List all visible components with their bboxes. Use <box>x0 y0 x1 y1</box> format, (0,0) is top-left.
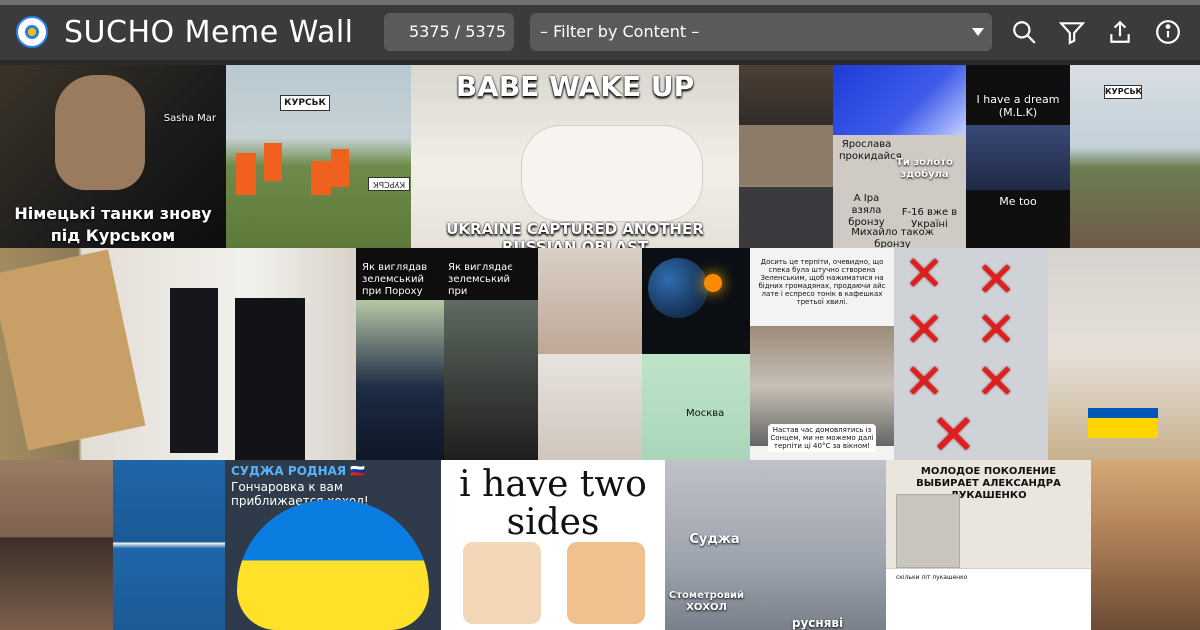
meme-text: Михайло також бронзу <box>851 227 934 248</box>
meme-tile-woman-reaction[interactable] <box>538 248 642 460</box>
meme-header: СУДЖА РОДНАЯ 🇷🇺 <box>231 464 366 478</box>
meme-tile-press-conference[interactable] <box>113 460 225 630</box>
red-x-icon: ✕ <box>904 354 945 410</box>
meme-tile-laugh[interactable] <box>1091 460 1200 630</box>
meme-tile-two-sides[interactable]: i have two sides <box>441 460 665 630</box>
meme-tile-zelensky-compare[interactable]: Як виглядав зелемський при Пороху Як виг… <box>356 248 538 460</box>
meme-tile-athletes[interactable]: Ярослава прокидайся Ти золото здобула А … <box>833 65 966 248</box>
content-filter-label: – Filter by Content – <box>540 22 700 41</box>
search-query: скільки літ лукашенко <box>896 574 968 581</box>
meme-text: Ти золото здобула <box>896 157 953 180</box>
meme-tile-babe-wake-up[interactable]: BABE WAKE UP UKRAINE CAPTURED ANOTHER RU… <box>411 65 739 248</box>
meme-counter: 5375 / 5375 <box>384 13 514 51</box>
red-x-icon: ✕ <box>976 302 1017 358</box>
road-sign-back: КУРСЬК <box>368 177 410 191</box>
photo-panel <box>356 300 444 460</box>
meme-text: Як виглядав зелемський при Пороху <box>362 262 428 297</box>
meme-title: i have two sides <box>459 464 647 543</box>
meme-tile-sudzha[interactable]: СУДЖА РОДНАЯ 🇷🇺 Гончаровка к вам приближ… <box>225 460 441 630</box>
meme-grid: Sasha Mar Німецькі танки знову під Курсь… <box>0 65 1200 630</box>
meme-tile-family-tree[interactable] <box>1048 248 1200 460</box>
meme-tile-kursk-sign[interactable]: КУРСЬК КУРСЬК <box>226 65 411 248</box>
meme-label: Стометровий ХОХОЛ <box>668 590 745 613</box>
meme-tile-kursk-crowd[interactable]: КУРСЬК <box>1070 65 1200 248</box>
meme-bottom-text: UKRAINE CAPTURED ANOTHER RUSSIAN OBLAST <box>446 220 704 248</box>
meme-text: Настав час домовлятись із Сонцем, ми не … <box>768 424 876 452</box>
meme-top-text: BABE WAKE UP <box>455 70 695 103</box>
info-icon[interactable] <box>1155 19 1181 45</box>
meme-text: I have a dream (M.L.K) <box>976 93 1060 119</box>
sucho-logo <box>16 16 48 48</box>
meme-tile-german-tanks[interactable]: Sasha Mar Німецькі танки знову під Курсь… <box>0 65 226 248</box>
ukraine-flag <box>1088 408 1158 438</box>
worker-shape <box>264 143 282 181</box>
road-sign: КУРСЬК <box>280 95 330 111</box>
meme-label: Суджа <box>689 532 740 547</box>
portrait-shape <box>55 75 145 190</box>
photo-panel <box>739 125 833 185</box>
filter-icon[interactable] <box>1059 19 1085 45</box>
photo-panel <box>896 494 960 568</box>
worker-shape <box>311 161 331 195</box>
red-x-icon: ✕ <box>904 248 945 302</box>
app-title: SUCHO Meme Wall <box>64 15 354 50</box>
photo-panel <box>739 187 833 248</box>
meme-caption: Німецькі танки знову під Курськом <box>14 204 212 245</box>
red-x-icon: ✕ <box>904 302 945 358</box>
map-label: Москва <box>686 408 725 419</box>
photo-panel <box>444 300 538 460</box>
face-shape <box>237 500 429 630</box>
worker-shape <box>331 149 349 187</box>
red-x-icon: ✕ <box>976 252 1017 308</box>
worker-shape <box>236 153 256 195</box>
photo-panel <box>538 248 642 354</box>
earth-shape <box>648 258 708 318</box>
app-header: SUCHO Meme Wall 5375 / 5375 – Filter by … <box>0 5 1200 60</box>
meteor-shape <box>704 274 722 292</box>
meme-text: Ярослава прокидайся <box>839 139 902 162</box>
person-shape <box>170 288 218 453</box>
photo-panel <box>538 354 642 460</box>
painting-frame <box>0 249 146 451</box>
meme-tile-smile[interactable] <box>0 460 113 630</box>
search-icon[interactable] <box>1011 19 1037 45</box>
red-x-icon: ✕ <box>976 354 1017 410</box>
meme-tile-putin-collage[interactable] <box>739 65 833 248</box>
meme-tile-meteor[interactable]: Москва <box>642 248 750 460</box>
cat-photo <box>463 542 541 624</box>
meme-tile-lukashenko[interactable]: МОЛОДОЕ ПОКОЛЕНИЕ ВЫБИРАЕТ АЛЕКСАНДРА ЛУ… <box>886 460 1091 630</box>
share-icon[interactable] <box>1107 19 1133 45</box>
chevron-down-icon <box>972 28 984 36</box>
photo-panel <box>833 65 966 135</box>
meme-tile-i-have-a-dream[interactable]: I have a dream (M.L.K) Me too <box>966 65 1070 248</box>
road-sign: КУРСЬК <box>1104 85 1142 99</box>
meme-text: А Іра взяла бронзу <box>848 193 885 228</box>
meme-tile-heat[interactable]: Досить це терпіти, очевидно, що спека бу… <box>750 248 894 460</box>
meme-label: русняві <box>791 616 844 630</box>
watermark: Sasha Mar <box>163 113 216 124</box>
meme-tile-putin-painting[interactable] <box>0 248 356 460</box>
photo-panel <box>966 125 1070 190</box>
content-filter-select[interactable]: – Filter by Content – <box>530 13 992 51</box>
bedsheet-shape <box>521 125 703 222</box>
meme-tile-sudzha-labels[interactable]: Суджа Стометровий ХОХОЛ русняві <box>665 460 886 630</box>
meme-tile-crossed-out[interactable]: ✕ ✕ ✕ ✕ ✕ ✕ ✕ <box>894 248 1048 460</box>
map-panel <box>642 354 750 460</box>
cat-photo <box>567 542 645 624</box>
red-x-icon: ✕ <box>930 403 977 461</box>
person-shape <box>235 298 305 460</box>
meme-text: Me too <box>999 195 1037 208</box>
meme-text: Досить це терпіти, очевидно, що спека бу… <box>758 258 886 306</box>
